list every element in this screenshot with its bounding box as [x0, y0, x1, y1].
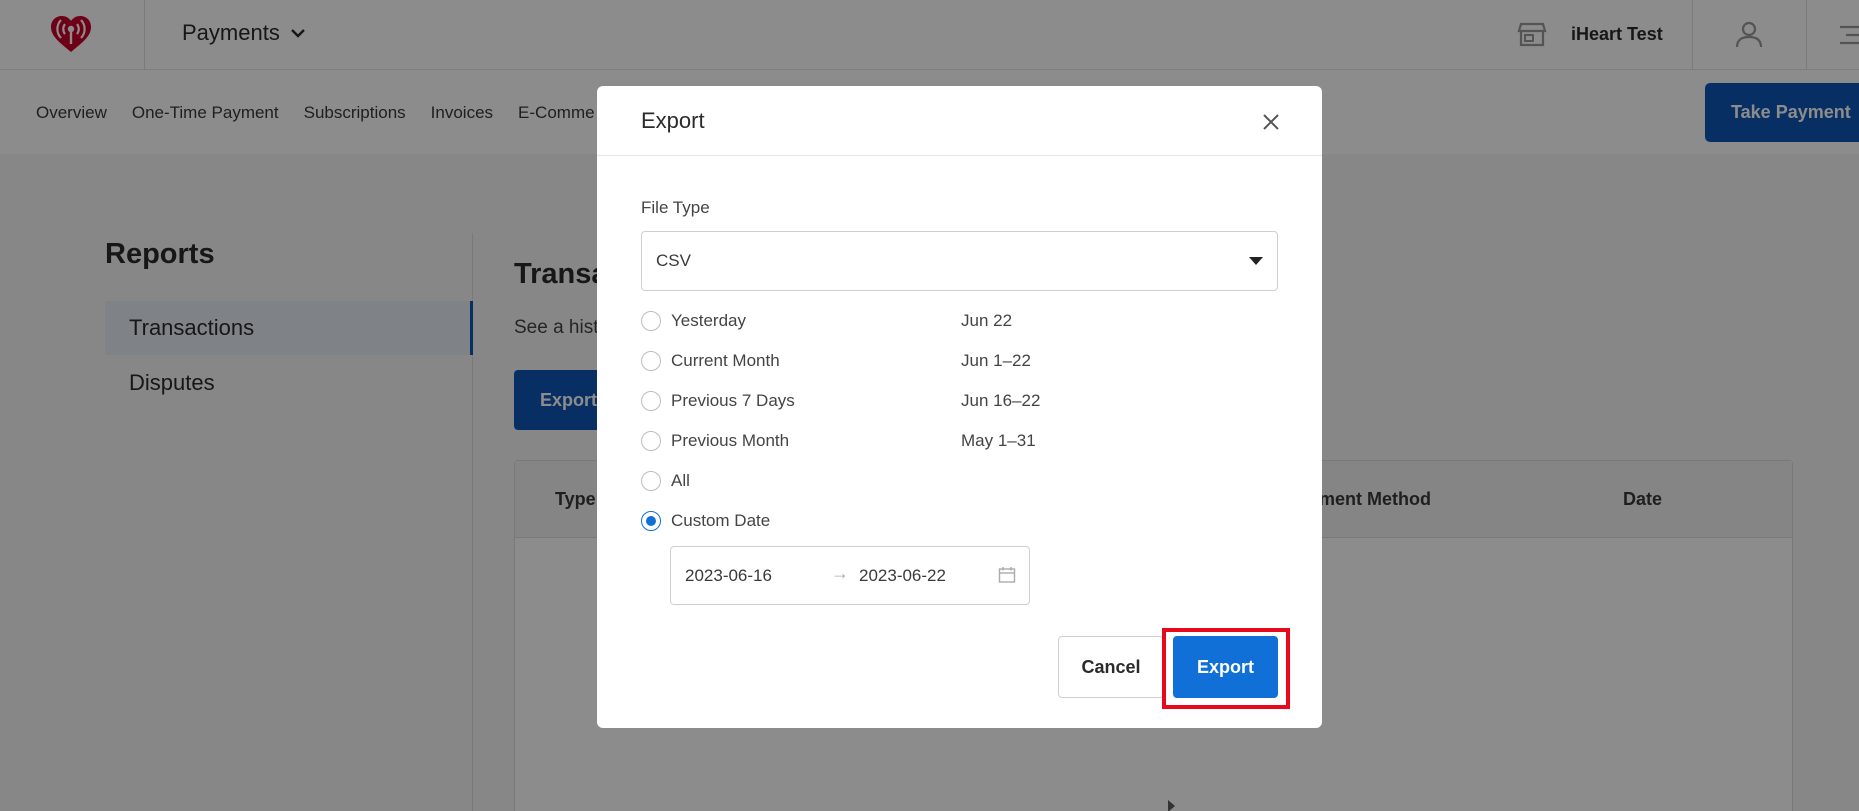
close-icon[interactable] — [1259, 110, 1283, 134]
radio-date-range: Jun 16–22 — [961, 391, 1041, 410]
cancel-button[interactable]: Cancel — [1058, 636, 1164, 698]
modal-title: Export — [641, 108, 705, 133]
radio-yesterday[interactable]: Yesterday Jun 22 — [641, 309, 1241, 333]
radio-button[interactable] — [641, 391, 661, 411]
radio-date-range: Jun 1–22 — [961, 351, 1031, 370]
start-date-input[interactable]: 2023-06-16 — [685, 566, 772, 586]
arrow-right-icon: → — [831, 563, 849, 583]
file-type-select[interactable]: CSV — [641, 231, 1278, 291]
radio-current-month[interactable]: Current Month Jun 1–22 — [641, 349, 1241, 373]
custom-date-range-picker[interactable]: 2023-06-16 → 2023-06-22 — [670, 546, 1030, 605]
highlight-box — [1162, 628, 1290, 709]
radio-button-selected[interactable] — [641, 511, 661, 531]
radio-button[interactable] — [641, 311, 661, 331]
radio-label: Yesterday — [671, 311, 746, 330]
end-date-input[interactable]: 2023-06-22 — [859, 566, 946, 586]
radio-label: All — [671, 471, 690, 490]
file-type-label: File Type — [641, 198, 710, 217]
modal-header: Export — [597, 86, 1322, 156]
radio-label: Previous Month — [671, 431, 790, 450]
radio-custom-date[interactable]: Custom Date — [641, 509, 1241, 533]
radio-all[interactable]: All — [641, 469, 1241, 493]
caret-down-icon — [1249, 257, 1263, 265]
radio-label: Custom Date — [671, 511, 771, 530]
radio-button[interactable] — [641, 431, 661, 451]
radio-label: Current Month — [671, 351, 780, 370]
radio-label: Previous 7 Days — [671, 391, 795, 410]
mouse-cursor-icon — [1168, 800, 1175, 811]
radio-button[interactable] — [641, 471, 661, 491]
calendar-icon[interactable] — [998, 566, 1016, 584]
file-type-value: CSV — [656, 251, 691, 270]
radio-date-range: Jun 22 — [961, 311, 1013, 330]
radio-button[interactable] — [641, 351, 661, 371]
radio-date-range: May 1–31 — [961, 431, 1036, 450]
radio-previous-month[interactable]: Previous Month May 1–31 — [641, 429, 1241, 453]
cancel-button-label: Cancel — [1081, 656, 1141, 677]
radio-previous-7-days[interactable]: Previous 7 Days Jun 16–22 — [641, 389, 1241, 413]
